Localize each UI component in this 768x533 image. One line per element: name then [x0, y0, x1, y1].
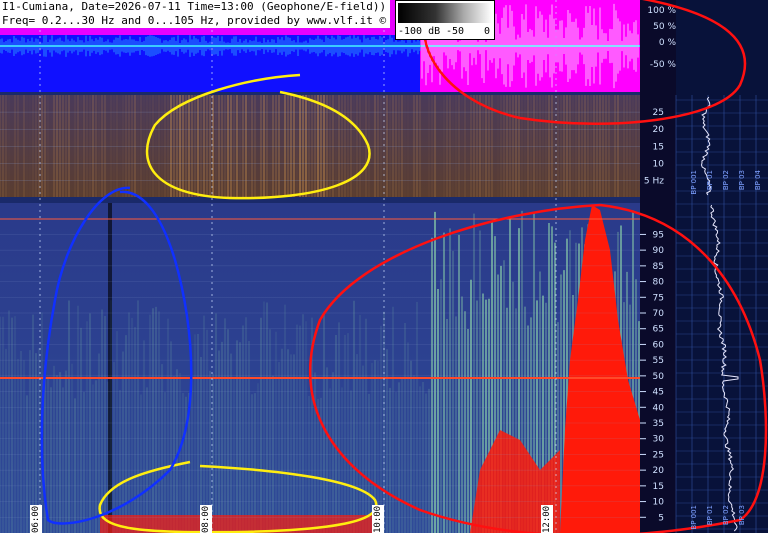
y-tick-label: 85: [653, 262, 664, 272]
db-mid-label: -50: [446, 26, 465, 37]
side-label: BP 001: [690, 170, 698, 195]
y-tick-label: 50 %: [653, 22, 676, 32]
y-tick-label: 15: [653, 142, 664, 152]
time-label: 06:00: [30, 505, 42, 533]
y-tick-label: 35: [653, 419, 664, 429]
db-gradient: [398, 3, 492, 23]
y-tick-label: 80: [653, 278, 665, 288]
y-tick-label: 70: [653, 309, 665, 319]
y-tick-label: 10: [653, 159, 665, 169]
side-label: BP 001: [690, 505, 698, 530]
y-tick-label: 65: [653, 325, 664, 335]
y-tick-label: 50: [653, 372, 665, 382]
low-frequency-panel: [0, 95, 640, 197]
y-tick-label: 0 %: [659, 38, 677, 48]
y-tick-label: 5 Hz: [644, 177, 664, 187]
side-label: BP 02: [722, 505, 730, 526]
y-tick-label: 25: [653, 450, 664, 460]
y-tick-label: 100 %: [647, 6, 676, 16]
db-min-label: -100 dB: [398, 26, 441, 37]
y-tick-label: 45: [653, 388, 664, 398]
side-label: BP 01: [706, 170, 714, 191]
y-tick-label: 15: [653, 482, 664, 492]
y-tick-label: -50 %: [650, 60, 677, 70]
y-tick-label: 90: [653, 246, 665, 256]
y-tick-label: 20: [653, 466, 665, 476]
time-label: 08:00: [200, 505, 212, 533]
y-tick-label: 75: [653, 293, 664, 303]
profile-column: [676, 0, 768, 533]
side-label: BP 03: [738, 505, 746, 526]
vlf-monitor-screenshot: 100 % 50 % 0 % -50 % 25 20 15 10 5 Hz 95 90 85 80 75 7…: [0, 0, 768, 533]
y-tick-label: 20: [653, 125, 665, 135]
high-frequency-panel: [0, 203, 640, 533]
y-tick-label: 30: [653, 435, 665, 445]
header-line-2: Freq= 0.2...30 Hz and 0...105 Hz, provid…: [0, 14, 390, 28]
y-tick-label: 5: [658, 513, 664, 523]
side-label: BP 03: [738, 170, 746, 191]
db-scale: -100 dB -50 0: [395, 0, 495, 40]
side-label: BP 01: [706, 505, 714, 526]
y-tick-label: 40: [653, 403, 665, 413]
y-tick-label: 10: [653, 498, 665, 508]
spectrogram-figure: 100 % 50 % 0 % -50 % 25 20 15 10 5 Hz 95 90 85 80 75 7…: [0, 0, 768, 533]
y-tick-label: 25: [653, 108, 664, 118]
side-label: BP 04: [754, 170, 762, 191]
header-line-1: I1-Cumiana, Date=2026-07-11 Time=13:00 (…: [0, 0, 390, 14]
time-label: 10:00: [372, 505, 384, 533]
time-label: 12:00: [541, 505, 553, 533]
db-max-label: 0: [484, 26, 491, 37]
y-tick-label: 55: [653, 356, 664, 366]
y-tick-label: 60: [653, 340, 665, 350]
y-tick-label: 95: [653, 230, 664, 240]
side-label: BP 02: [722, 170, 730, 191]
